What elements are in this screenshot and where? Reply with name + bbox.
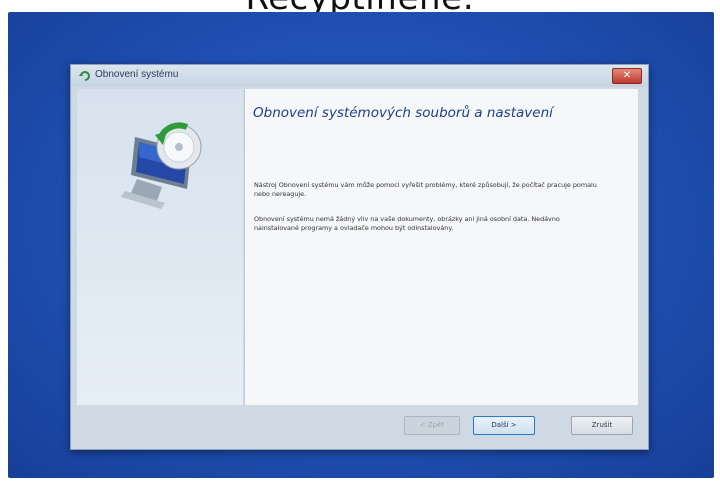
cancel-button[interactable]: Zrušit xyxy=(571,416,633,435)
description-paragraph-1: Nástroj Obnovení systému vám může pomoci… xyxy=(254,181,597,198)
titlebar[interactable]: Obnovení systému ✕ xyxy=(71,65,648,87)
button-bar: < Zpět Další > Zrušit xyxy=(71,405,648,449)
back-button[interactable]: < Zpět xyxy=(404,416,460,435)
system-restore-window: Obnovení systému ✕ Obnovení systémových … xyxy=(70,64,649,450)
desktop: Obnovení systému ✕ Obnovení systémových … xyxy=(8,12,714,478)
close-button[interactable]: ✕ xyxy=(612,68,642,84)
close-icon: ✕ xyxy=(622,70,632,81)
system-restore-icon xyxy=(79,71,90,81)
content-pane: Obnovení systémových souborů a nastavení… xyxy=(244,89,638,405)
window-title: Obnovení systému xyxy=(95,69,179,80)
side-panel xyxy=(77,89,243,405)
page-heading: Obnovení systémových souborů a nastavení xyxy=(253,105,553,121)
computer-restore-icon xyxy=(121,122,202,209)
description-paragraph-2: Obnovení systému nemá žádný vliv na vaše… xyxy=(254,215,560,232)
next-button[interactable]: Další > xyxy=(473,416,535,435)
